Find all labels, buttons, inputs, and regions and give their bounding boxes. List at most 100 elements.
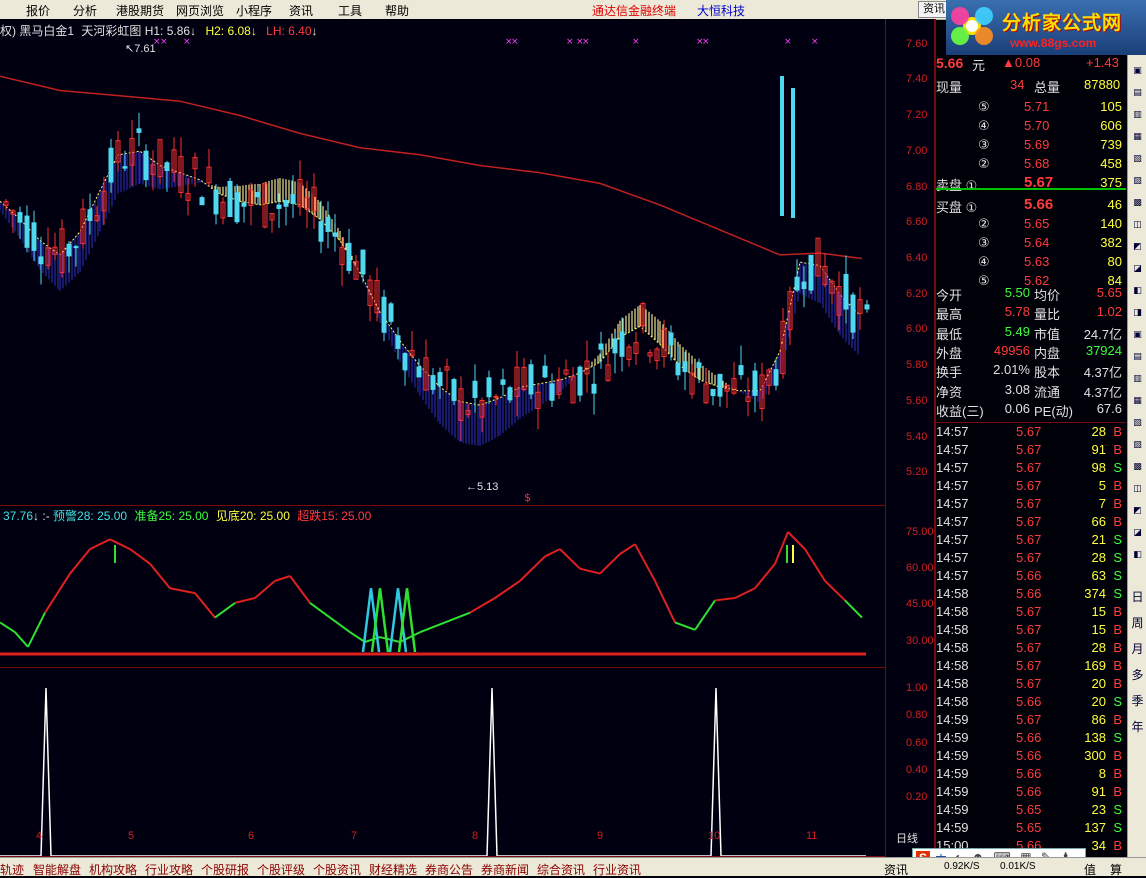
- candle-body: [255, 192, 261, 198]
- toolbar-button-icon[interactable]: ▧: [1130, 415, 1145, 430]
- toolbar-button-icon[interactable]: ▥: [1130, 371, 1145, 386]
- toolbar-button-icon[interactable]: ◪: [1130, 261, 1145, 276]
- order-level: ③: [978, 137, 990, 152]
- bid-row[interactable]: ② 5.65 140: [936, 216, 1126, 234]
- oscillator-segment: [274, 575, 291, 582]
- tick-price: 5.67: [1016, 424, 1042, 439]
- oscillator-segment: [254, 580, 276, 599]
- candle-body: [619, 331, 625, 357]
- kline-chart[interactable]: × × × ×× × ×× × ×× × ×$: [0, 19, 935, 857]
- bottom-tab[interactable]: 轨迹: [0, 861, 24, 878]
- ask-row[interactable]: ④ 5.70 606: [936, 118, 1126, 136]
- toolbar-button-icon[interactable]: ▦: [1130, 393, 1145, 408]
- stat-label: 今开: [936, 288, 963, 303]
- menu-item-quote[interactable]: 报价: [26, 2, 50, 19]
- stat-label: PE(动): [1034, 403, 1074, 419]
- toolbar-button-icon[interactable]: ◩: [1130, 503, 1145, 518]
- bottom-tab[interactable]: 券商公告: [425, 861, 473, 878]
- toolbar-button-icon[interactable]: ▣: [1130, 327, 1145, 342]
- menu-item-hk-futures[interactable]: 港股期货: [116, 2, 164, 19]
- oscillator-segment: [559, 548, 581, 570]
- toolbar-button-icon[interactable]: ◫: [1130, 481, 1145, 496]
- stat-label: 内盘: [1034, 345, 1061, 361]
- bottom-tab[interactable]: 个股研报: [201, 861, 249, 878]
- toolbar-button-icon[interactable]: ▣: [1130, 63, 1145, 78]
- bid-row[interactable]: ③ 5.64 382: [936, 235, 1126, 253]
- bottom-tab[interactable]: 财经精选: [369, 861, 417, 878]
- signal-marker: ×: [632, 37, 640, 47]
- candle-body: [388, 303, 394, 322]
- bottom-tab[interactable]: 综合资讯: [537, 861, 585, 878]
- toolbar-button-icon[interactable]: ▤: [1130, 85, 1145, 100]
- bottom-tab[interactable]: 个股评级: [257, 861, 305, 878]
- bottom-right-calc[interactable]: 算: [1110, 861, 1122, 878]
- menu-item-analysis[interactable]: 分析: [73, 2, 97, 19]
- toolbar-button-icon[interactable]: ▩: [1130, 459, 1145, 474]
- stat-label: 流通: [1034, 384, 1061, 400]
- bottom-tab[interactable]: 券商新闻: [481, 861, 529, 878]
- tick-side: B: [1113, 496, 1122, 511]
- tick-row: 14:57 5.67 7 B: [936, 496, 1126, 514]
- candle-body: [682, 361, 688, 373]
- toolbar-button-icon[interactable]: ◫: [1130, 217, 1145, 232]
- menu-item-mini-program[interactable]: 小程序: [236, 2, 272, 19]
- site-logo: 分析家公式网 www.88gs.com: [946, 0, 1146, 55]
- period-button[interactable]: 多: [1130, 668, 1145, 683]
- period-button[interactable]: 月: [1130, 642, 1145, 657]
- oscillator-segment: [129, 548, 151, 565]
- bottom-right-value[interactable]: 值: [1084, 861, 1096, 878]
- tick-price: 5.67: [1016, 532, 1042, 547]
- order-volume: 46: [1107, 197, 1122, 212]
- menu-item-web-browse[interactable]: 网页浏览: [176, 2, 224, 19]
- price-change: ▲0.08: [1002, 55, 1041, 70]
- bottom-tab[interactable]: 行业攻略: [145, 861, 193, 878]
- toolbar-button-icon[interactable]: ▨: [1130, 173, 1145, 188]
- tick-time: 14:58: [936, 694, 969, 709]
- toolbar-button-icon[interactable]: ▩: [1130, 195, 1145, 210]
- period-button[interactable]: 年: [1130, 720, 1145, 735]
- ask-row[interactable]: ⑤ 5.71 105: [936, 99, 1126, 117]
- bottom-tab[interactable]: 智能解盘: [33, 861, 81, 878]
- toolbar-button-icon[interactable]: ▦: [1130, 129, 1145, 144]
- indicator-name: 天河彩虹图: [81, 24, 142, 38]
- toolbar-button-icon[interactable]: ▤: [1130, 349, 1145, 364]
- bid-row[interactable]: ④ 5.63 80: [936, 254, 1126, 272]
- bottom-tab[interactable]: 机构攻略: [89, 861, 137, 878]
- tick-time: 14:58: [936, 658, 969, 673]
- chart-area[interactable]: × × × × × × × × × × × × × $: [0, 19, 935, 857]
- toolbar-button-icon[interactable]: ▨: [1130, 437, 1145, 452]
- toolbar-button-icon[interactable]: ◨: [1130, 305, 1145, 320]
- ask-row[interactable]: ③ 5.69 739: [936, 137, 1126, 155]
- stat-value: 0.06: [1004, 400, 1030, 416]
- bid-row[interactable]: 买盘 ① 5.66 46: [936, 196, 1126, 215]
- period-label[interactable]: 日线: [896, 830, 918, 846]
- period-button[interactable]: 日: [1130, 590, 1145, 605]
- bottom-tab[interactable]: 个股资讯: [313, 861, 361, 878]
- toolbar-button-icon[interactable]: ◪: [1130, 525, 1145, 540]
- candle-body: [598, 343, 604, 350]
- tick-time: 14:57: [936, 442, 969, 457]
- menu-item-tools[interactable]: 工具: [338, 2, 362, 19]
- price-unit: 元: [972, 58, 986, 73]
- toolbar-button-icon[interactable]: ◧: [1130, 547, 1145, 562]
- tick-row: 14:59 5.66 8 B: [936, 766, 1126, 784]
- third-y-tick-label: 0.20: [906, 791, 928, 803]
- period-button[interactable]: 季: [1130, 694, 1145, 709]
- bottom-tab[interactable]: 行业资讯: [593, 861, 641, 878]
- toolbar-button-icon[interactable]: ▥: [1130, 107, 1145, 122]
- tick-price: 5.67: [1016, 496, 1042, 511]
- bottom-right-news[interactable]: 资讯: [884, 861, 908, 878]
- menu-item-news[interactable]: 资讯: [289, 2, 313, 19]
- oscillator-segment: [27, 612, 46, 648]
- toolbar-button-icon[interactable]: ▧: [1130, 151, 1145, 166]
- period-button[interactable]: 周: [1130, 616, 1145, 631]
- ask-row[interactable]: ② 5.68 458: [936, 156, 1126, 174]
- order-volume: 606: [1100, 118, 1122, 133]
- menu-item-help[interactable]: 帮助: [385, 2, 409, 19]
- stats-row: 收益(三) 0.06 PE(动) 67.6: [936, 401, 1126, 419]
- toolbar-button-icon[interactable]: ◧: [1130, 283, 1145, 298]
- candle-body: [500, 379, 506, 385]
- ask-row[interactable]: 卖盘 ① 5.67 375: [936, 174, 1126, 193]
- toolbar-button-icon[interactable]: ◩: [1130, 239, 1145, 254]
- order-price: 5.64: [1024, 235, 1050, 250]
